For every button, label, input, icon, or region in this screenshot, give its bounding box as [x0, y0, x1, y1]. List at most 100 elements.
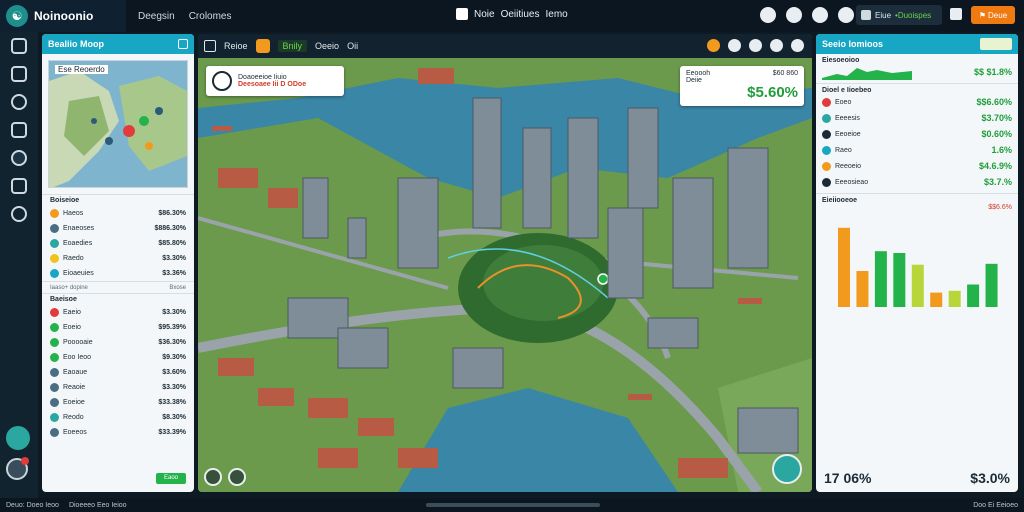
title-a[interactable]: Noie: [474, 9, 495, 20]
rp-row-value: 1.6%: [991, 145, 1012, 155]
metric-row[interactable]: Reodo $8.30%: [42, 410, 194, 425]
chart-bar: [856, 271, 869, 307]
rp-row[interactable]: Reeoeio $4.6.9%: [822, 158, 1012, 174]
document-icon[interactable]: [11, 122, 27, 138]
map-layers-icon[interactable]: [749, 39, 762, 52]
callout-right-big: $5.60%: [747, 84, 798, 101]
compass-icon[interactable]: [772, 454, 802, 484]
map-measure-icon[interactable]: [228, 468, 246, 486]
block1-value: $$ $1.8%: [973, 67, 1012, 77]
globe-icon[interactable]: [11, 206, 27, 222]
nav-item-1[interactable]: Deegsin: [138, 11, 175, 22]
horizontal-scrollbar[interactable]: [426, 503, 600, 507]
metric-icon: [50, 269, 59, 278]
home-icon[interactable]: [456, 8, 468, 20]
user-chip[interactable]: Eiue •Duoispes: [856, 5, 942, 25]
metric-label: Eoeeos: [63, 429, 87, 436]
metric-row[interactable]: Haeos $86.30%: [42, 206, 194, 221]
menu-icon[interactable]: [950, 8, 962, 20]
city-map-view[interactable]: [198, 58, 812, 492]
title-b[interactable]: Oeiitiues: [501, 9, 540, 20]
rp-row[interactable]: Eoeo $$6.60%: [822, 94, 1012, 110]
right-panel-title: Seeio Iomioos: [822, 39, 884, 49]
map-pin-icon[interactable]: [728, 39, 741, 52]
metric-row[interactable]: Eaeio $3.30%: [42, 305, 194, 320]
map-draw-icon[interactable]: [204, 468, 222, 486]
rp-row-icon: [822, 145, 831, 155]
metric-label: Eioaeuies: [63, 270, 94, 277]
metric-row[interactable]: Enaeoses $886.30%: [42, 221, 194, 236]
network-icon[interactable]: [11, 150, 27, 166]
share-icon[interactable]: [838, 7, 854, 23]
metric-row[interactable]: Raedo $3.30%: [42, 251, 194, 266]
help-icon[interactable]: [786, 7, 802, 23]
metric-label: Eoeio: [63, 324, 81, 331]
map-alert-icon[interactable]: [707, 39, 720, 52]
chart-icon[interactable]: [11, 178, 27, 194]
title-c[interactable]: Iemo: [545, 9, 567, 20]
chart-bar: [911, 264, 924, 307]
metric-row[interactable]: Eioaeuies $3.36%: [42, 266, 194, 281]
action-button[interactable]: ⚑ Deue: [971, 6, 1015, 24]
map-callout-left[interactable]: Doaoeeioe Iiuio Deesoaee Iii D ODoe: [206, 66, 344, 96]
status-bar: Deuo: Doeo Ieoo Dioeeeo Eeo Ieioo Doo Ei…: [0, 498, 1024, 512]
metric-icon: [50, 224, 59, 233]
assistant-icon[interactable]: [6, 426, 30, 450]
rp-row[interactable]: Eeeosieao $3.7.%: [822, 174, 1012, 190]
layers-icon[interactable]: [11, 38, 27, 54]
metric-icon: [50, 398, 59, 407]
notification-icon[interactable]: [760, 7, 776, 23]
app-logo[interactable]: ☯ Noinoonio: [0, 0, 126, 32]
target-icon[interactable]: [11, 94, 27, 110]
metric-label: Eoeioe: [63, 399, 85, 406]
metric-icon: [50, 239, 59, 248]
metric-value: $95.39%: [158, 324, 186, 331]
callout-right-line1: Eeoooh: [686, 70, 711, 77]
map-toolbar-item-3[interactable]: Oeeio: [315, 41, 339, 51]
metric-row[interactable]: Eaoaue $3.60%: [42, 365, 194, 380]
metric-row[interactable]: Eoeeos $33.39%: [42, 425, 194, 440]
chart-bar: [985, 263, 998, 307]
expand-icon[interactable]: [178, 39, 188, 49]
metric-row[interactable]: Eoaedies $85.80%: [42, 236, 194, 251]
settings-icon[interactable]: [812, 7, 828, 23]
map-filter-icon[interactable]: [255, 39, 270, 53]
metric-value: $36.30%: [158, 339, 186, 346]
mini-map[interactable]: Ese Reoerdo: [48, 60, 188, 188]
profile-avatar[interactable]: [6, 457, 29, 480]
left-panel-button[interactable]: Eaoo: [156, 473, 186, 484]
rp-block-2: Dioel e Iioebeo Eoeo $$6.60% Eeeesis $3.70%…: [816, 84, 1018, 194]
nav-item-2[interactable]: Crolomes: [189, 11, 232, 22]
metric-label: Eoaedies: [63, 240, 93, 247]
callout-left-line2: Deesoaee Iii D ODoe: [238, 81, 307, 88]
metric-row[interactable]: Pooooaie $36.30%: [42, 335, 194, 350]
metric-row[interactable]: Reaoie $3.30%: [42, 380, 194, 395]
section-a-title: Boiseioe: [42, 194, 194, 206]
rp-row[interactable]: Raeo 1.6%: [822, 142, 1012, 158]
map-menu-icon[interactable]: [204, 40, 216, 52]
metric-row[interactable]: Eoeioe $33.38%: [42, 395, 194, 410]
calendar-icon[interactable]: [11, 66, 27, 82]
map-panel[interactable]: Reioe Bnily Oeeio Oii Doaoeeioe Iiuio De…: [198, 34, 812, 492]
right-panel-toggle[interactable]: [980, 38, 1012, 50]
map-callout-right[interactable]: Eeoooh $60 860 Deiie $5.60%: [680, 66, 804, 106]
map-toolbar-item-2[interactable]: Bnily: [277, 40, 308, 52]
user-status: •Duoispes: [895, 10, 932, 20]
map-toolbar-item-1[interactable]: Reioe: [224, 41, 248, 51]
rp-row-label: Eeeesis: [835, 114, 860, 122]
metric-label: Eoo Ieoo: [63, 354, 92, 361]
metric-label: Enaeoses: [63, 225, 95, 232]
top-bar: ☯ Noinoonio Deegsin Crolomes Noie Oeiiti…: [0, 0, 1024, 32]
rp-rows: Eoeo $$6.60% Eeeesis $3.70% Eeoeioe $0.60% Rae…: [822, 94, 1012, 190]
rp-row[interactable]: Eeeesis $3.70%: [822, 110, 1012, 126]
rp-block-1: Eiesoeoioo $$ $1.8%: [816, 54, 1018, 84]
rp-row[interactable]: Eeoeioe $0.60%: [822, 126, 1012, 142]
metric-label: Eaoaue: [63, 369, 88, 376]
map-toolbar-item-4[interactable]: Oii: [347, 41, 358, 51]
map-fullscreen-icon[interactable]: [791, 39, 804, 52]
footer-a-right[interactable]: Bxose: [169, 285, 186, 291]
metrics-a-list: Haeos $86.30% Enaeoses $886.30% Eoaedies $85.…: [42, 206, 194, 281]
metric-row[interactable]: Eoeio $95.39%: [42, 320, 194, 335]
map-settings-icon[interactable]: [770, 39, 783, 52]
metric-row[interactable]: Eoo Ieoo $9.30%: [42, 350, 194, 365]
